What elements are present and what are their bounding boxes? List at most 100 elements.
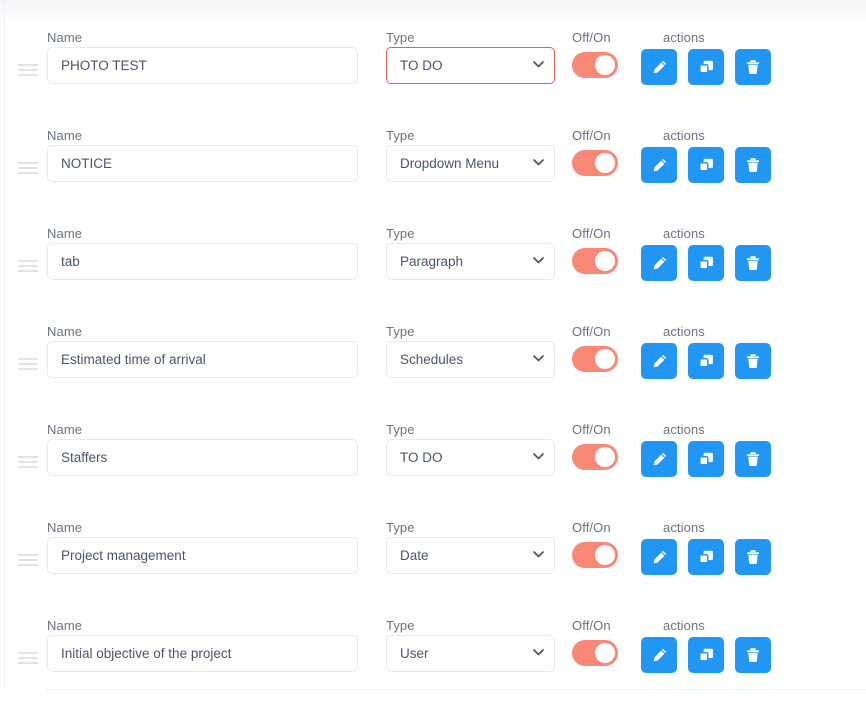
- duplicate-button[interactable]: [688, 49, 724, 85]
- actions-column-label: actions: [663, 520, 705, 535]
- name-column-label: Name: [47, 520, 83, 535]
- drag-handle-icon[interactable]: [18, 62, 38, 78]
- toggle-knob: [595, 447, 615, 467]
- duplicate-button[interactable]: [688, 539, 724, 575]
- type-select[interactable]: TO DODropdown MenuParagraphSchedulesDate…: [386, 537, 555, 574]
- on-off-toggle[interactable]: [572, 444, 618, 470]
- name-column-label: Name: [47, 128, 83, 143]
- duplicate-button[interactable]: [688, 441, 724, 477]
- pencil-icon: [651, 255, 668, 272]
- type-select-wrapper: TO DODropdown MenuParagraphSchedulesDate…: [386, 635, 555, 672]
- type-column-label: Type: [386, 422, 415, 437]
- drag-handle-icon[interactable]: [18, 650, 38, 666]
- edit-button[interactable]: [641, 539, 677, 575]
- field-row: Name Type TO DODropdown MenuParagraphSched…: [0, 610, 866, 708]
- pencil-icon: [651, 353, 668, 370]
- edit-button[interactable]: [641, 245, 677, 281]
- name-input[interactable]: [47, 635, 358, 672]
- field-row: Name Type TO DODropdown MenuParagraphSched…: [0, 414, 866, 512]
- pencil-icon: [651, 451, 668, 468]
- drag-handle-icon[interactable]: [18, 356, 38, 372]
- actions-column-label: actions: [663, 226, 705, 241]
- on-off-toggle[interactable]: [572, 52, 618, 78]
- on-off-toggle[interactable]: [572, 542, 618, 568]
- toggle-knob: [595, 349, 615, 369]
- action-button-group: [641, 147, 771, 183]
- type-select[interactable]: TO DODropdown MenuParagraphSchedulesDate…: [386, 635, 555, 672]
- pencil-icon: [651, 157, 668, 174]
- toggle-column-label: Off/On: [572, 422, 611, 437]
- name-input[interactable]: [47, 439, 358, 476]
- copy-icon: [698, 353, 715, 370]
- duplicate-button[interactable]: [688, 343, 724, 379]
- drag-handle-icon[interactable]: [18, 160, 38, 176]
- delete-button[interactable]: [735, 441, 771, 477]
- trash-icon: [745, 549, 761, 566]
- type-select[interactable]: TO DODropdown MenuParagraphSchedulesDate…: [386, 341, 555, 378]
- edit-button[interactable]: [641, 637, 677, 673]
- on-off-toggle[interactable]: [572, 248, 618, 274]
- duplicate-button[interactable]: [688, 245, 724, 281]
- pencil-icon: [651, 59, 668, 76]
- toggle-column-label: Off/On: [572, 30, 611, 45]
- delete-button[interactable]: [735, 539, 771, 575]
- action-button-group: [641, 343, 771, 379]
- trash-icon: [745, 255, 761, 272]
- type-select[interactable]: TO DODropdown MenuParagraphSchedulesDate…: [386, 145, 555, 182]
- trash-icon: [745, 353, 761, 370]
- field-row: Name Type TO DODropdown MenuParagraphSched…: [0, 22, 866, 120]
- type-select-wrapper: TO DODropdown MenuParagraphSchedulesDate…: [386, 47, 555, 84]
- pencil-icon: [651, 549, 668, 566]
- name-input[interactable]: [47, 47, 358, 84]
- name-column-label: Name: [47, 226, 83, 241]
- type-column-label: Type: [386, 30, 415, 45]
- field-row: Name Type TO DODropdown MenuParagraphSched…: [0, 512, 866, 610]
- type-select[interactable]: TO DODropdown MenuParagraphSchedulesDate…: [386, 439, 555, 476]
- delete-button[interactable]: [735, 343, 771, 379]
- drag-handle-icon[interactable]: [18, 258, 38, 274]
- delete-button[interactable]: [735, 49, 771, 85]
- actions-column-label: actions: [663, 422, 705, 437]
- type-column-label: Type: [386, 324, 415, 339]
- copy-icon: [698, 157, 715, 174]
- drag-handle-icon[interactable]: [18, 552, 38, 568]
- delete-button[interactable]: [735, 245, 771, 281]
- delete-button[interactable]: [735, 147, 771, 183]
- delete-button[interactable]: [735, 637, 771, 673]
- actions-column-label: actions: [663, 324, 705, 339]
- trash-icon: [745, 59, 761, 76]
- toggle-column-label: Off/On: [572, 128, 611, 143]
- field-rows-list: Name Type TO DODropdown MenuParagraphSched…: [0, 0, 866, 708]
- toggle-knob: [595, 55, 615, 75]
- type-column-label: Type: [386, 618, 415, 633]
- name-input[interactable]: [47, 145, 358, 182]
- actions-column-label: actions: [663, 618, 705, 633]
- field-row: Name Type TO DODropdown MenuParagraphSched…: [0, 120, 866, 218]
- on-off-toggle[interactable]: [572, 640, 618, 666]
- on-off-toggle[interactable]: [572, 150, 618, 176]
- on-off-toggle[interactable]: [572, 346, 618, 372]
- type-select[interactable]: TO DODropdown MenuParagraphSchedulesDate…: [386, 47, 555, 84]
- action-button-group: [641, 539, 771, 575]
- name-input[interactable]: [47, 341, 358, 378]
- edit-button[interactable]: [641, 441, 677, 477]
- duplicate-button[interactable]: [688, 637, 724, 673]
- type-select[interactable]: TO DODropdown MenuParagraphSchedulesDate…: [386, 243, 555, 280]
- copy-icon: [698, 255, 715, 272]
- name-input[interactable]: [47, 243, 358, 280]
- drag-handle-icon[interactable]: [18, 454, 38, 470]
- duplicate-button[interactable]: [688, 147, 724, 183]
- copy-icon: [698, 549, 715, 566]
- actions-column-label: actions: [663, 128, 705, 143]
- toggle-column-label: Off/On: [572, 618, 611, 633]
- name-input[interactable]: [47, 537, 358, 574]
- toggle-knob: [595, 643, 615, 663]
- edit-button[interactable]: [641, 49, 677, 85]
- edit-button[interactable]: [641, 343, 677, 379]
- edit-button[interactable]: [641, 147, 677, 183]
- toggle-knob: [595, 251, 615, 271]
- trash-icon: [745, 647, 761, 664]
- type-select-wrapper: TO DODropdown MenuParagraphSchedulesDate…: [386, 341, 555, 378]
- trash-icon: [745, 451, 761, 468]
- type-column-label: Type: [386, 520, 415, 535]
